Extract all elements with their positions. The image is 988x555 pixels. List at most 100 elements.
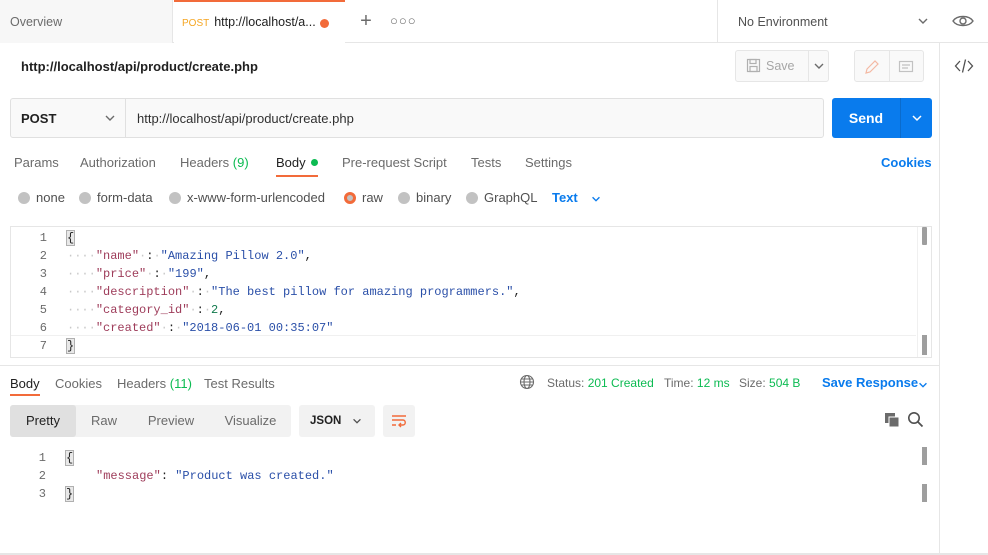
body-type-urlencoded-label: x-www-form-urlencoded — [187, 190, 325, 205]
code-line: ····"name"·:·"Amazing Pillow 2.0", — [67, 249, 312, 263]
method-label: POST — [21, 111, 57, 126]
body-type-graphql[interactable]: GraphQL — [466, 189, 537, 207]
save-button[interactable]: Save — [736, 51, 808, 81]
json-key: "price" — [95, 267, 147, 281]
save-options-button[interactable] — [808, 51, 829, 81]
scrollbar-thumb[interactable] — [922, 335, 927, 355]
response-tab-body-label: Body — [10, 376, 40, 391]
code-snippet-icon[interactable] — [954, 56, 974, 76]
tab-params[interactable]: Params — [14, 147, 59, 177]
view-mode-visualize[interactable]: Visualize — [210, 405, 291, 437]
tab-tests[interactable]: Tests — [471, 147, 501, 177]
scrollbar-thumb[interactable] — [922, 447, 927, 465]
view-mode-preview[interactable]: Preview — [132, 405, 210, 437]
response-tab-headers-label: Headers — [117, 376, 167, 391]
body-type-none-label: none — [36, 190, 65, 205]
save-response-label: Save Response — [822, 375, 919, 390]
code-line: ····"created"·:·"2018-06-01 00:35:07" — [67, 321, 334, 335]
json-value: "199" — [167, 267, 204, 281]
view-mode-group: Pretty Raw Preview Visualize — [10, 405, 291, 437]
environment-select[interactable]: No Environment — [717, 0, 939, 43]
response-tab-headers-count: (11) — [169, 376, 192, 391]
tab-overview-label: Overview — [10, 15, 63, 29]
line-number: 2 — [38, 469, 46, 483]
request-title[interactable]: http://localhost/api/product/create.php — [21, 59, 258, 74]
response-format-label: JSON — [310, 415, 342, 427]
body-type-form-data[interactable]: form-data — [79, 189, 153, 207]
code-line: { — [65, 230, 76, 246]
tab-params-label: Params — [14, 155, 59, 170]
panel-divider[interactable] — [0, 365, 939, 366]
globe-icon[interactable] — [519, 374, 535, 390]
response-time: Time: 12 ms — [664, 376, 730, 390]
status-label: Status: — [547, 376, 585, 390]
line-number: 7 — [39, 339, 47, 353]
body-format-label: Text — [552, 190, 578, 205]
tab-headers-count: (9) — [232, 155, 249, 170]
send-button[interactable]: Send — [832, 98, 900, 138]
save-label: Save — [766, 59, 795, 73]
send-options-button[interactable] — [900, 98, 932, 138]
view-mode-pretty[interactable]: Pretty — [10, 405, 76, 437]
tab-method-label: POST — [182, 18, 210, 29]
unsaved-dot-icon — [320, 19, 329, 28]
tab-body[interactable]: Body — [276, 147, 318, 177]
tab-pre-request-script[interactable]: Pre-request Script — [342, 147, 447, 177]
body-type-raw[interactable]: raw — [344, 189, 383, 207]
body-type-none[interactable]: none — [18, 189, 65, 207]
tab-request-active[interactable]: POST http://localhost/a... — [174, 0, 345, 43]
line-number: 1 — [38, 451, 46, 465]
chevron-down-icon — [353, 418, 361, 424]
view-mode-raw[interactable]: Raw — [76, 405, 132, 437]
save-button-group: Save — [735, 50, 829, 82]
tab-title-label: http://localhost/a... — [214, 15, 316, 29]
chevron-down-icon — [814, 63, 824, 69]
response-tab-headers[interactable]: Headers (11) — [117, 368, 192, 396]
response-tab-cookies[interactable]: Cookies — [55, 368, 102, 396]
tab-pre-request-label: Pre-request Script — [342, 155, 447, 170]
line-number: 6 — [39, 321, 47, 335]
eye-icon[interactable] — [952, 12, 974, 30]
response-tab-test-results[interactable]: Test Results — [204, 368, 275, 396]
save-response-button[interactable]: Save Response — [822, 375, 927, 390]
right-sidebar — [939, 43, 988, 555]
send-button-group: Send — [832, 98, 932, 138]
json-key: "category_id" — [95, 303, 190, 317]
body-type-raw-label: raw — [362, 190, 383, 205]
status-value: 201 Created — [587, 376, 654, 390]
size-label: Size: — [739, 376, 766, 390]
comment-icon[interactable] — [898, 59, 914, 75]
response-tab-body[interactable]: Body — [10, 368, 40, 396]
new-tab-button[interactable]: + — [354, 8, 378, 34]
body-format-select[interactable]: Text — [552, 189, 600, 207]
method-select[interactable]: POST — [11, 99, 126, 137]
scrollbar-thumb[interactable] — [922, 227, 927, 245]
pencil-icon[interactable] — [864, 59, 880, 75]
body-type-urlencoded[interactable]: x-www-form-urlencoded — [169, 189, 325, 207]
body-type-binary[interactable]: binary — [398, 189, 451, 207]
tab-overview[interactable]: Overview — [0, 0, 173, 43]
more-tabs-icon[interactable]: ○○○ — [390, 8, 416, 34]
save-icon — [746, 58, 761, 73]
cookies-link[interactable]: Cookies — [881, 155, 932, 170]
tab-settings[interactable]: Settings — [525, 147, 572, 177]
url-input[interactable] — [127, 99, 823, 137]
copy-icon[interactable] — [884, 412, 900, 428]
response-body-viewer[interactable]: 1 2 3 { "message": "Product was created.… — [10, 447, 932, 547]
chevron-down-icon — [919, 382, 927, 388]
tab-headers[interactable]: Headers (9) — [180, 147, 249, 177]
code-line: } — [64, 486, 75, 502]
wrap-lines-button[interactable] — [383, 405, 415, 437]
scrollbar-thumb[interactable] — [922, 484, 927, 502]
body-type-form-data-label: form-data — [97, 190, 153, 205]
chevron-down-icon — [918, 18, 928, 24]
response-tab-test-results-label: Test Results — [204, 376, 275, 391]
response-tab-cookies-label: Cookies — [55, 376, 102, 391]
json-value: "Product was created." — [175, 469, 334, 483]
response-format-select[interactable]: JSON — [299, 405, 375, 437]
search-icon[interactable] — [907, 411, 924, 428]
tab-authorization[interactable]: Authorization — [80, 147, 156, 177]
line-number: 5 — [39, 303, 47, 317]
line-number: 3 — [38, 487, 46, 501]
request-body-editor[interactable]: 1 2 3 4 5 6 7 { ····"name"·:·"Amazing Pi… — [10, 226, 932, 358]
